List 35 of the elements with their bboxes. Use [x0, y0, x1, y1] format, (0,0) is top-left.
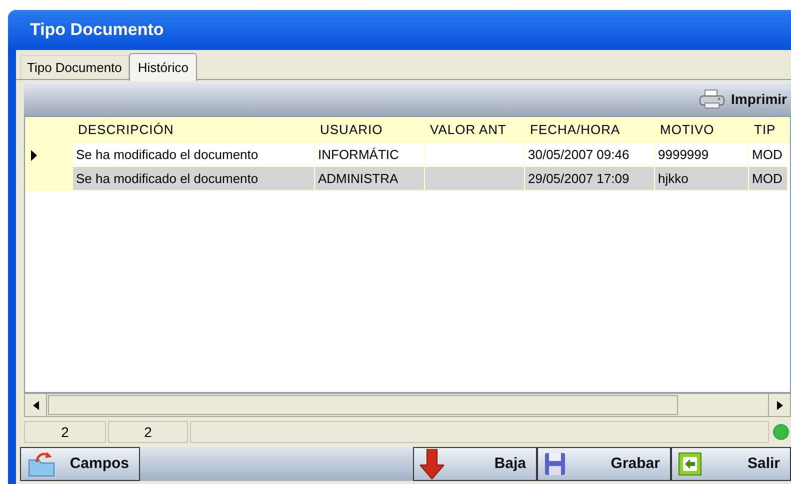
printer-icon — [698, 89, 725, 109]
save-button[interactable]: Grabar — [537, 447, 671, 481]
column-header[interactable]: DESCRIPCIÓN — [73, 117, 315, 143]
status-field: 2 — [24, 421, 106, 443]
column-header[interactable]: FECHA/HORA — [525, 117, 655, 143]
table-cell: Se ha modificado el documento — [73, 143, 315, 167]
print-button[interactable]: Imprimir — [698, 82, 791, 116]
tab[interactable]: Histórico — [128, 53, 198, 81]
table-cell: 29/05/2007 17:09 — [525, 167, 655, 191]
table-cell: ADMINISTRA — [315, 167, 425, 191]
right-arrow-icon — [776, 400, 782, 410]
left-arrow-icon — [32, 400, 38, 410]
column-header[interactable]: USUARIO — [315, 117, 425, 143]
exit-button[interactable]: Salir — [671, 447, 791, 481]
tab[interactable]: Tipo Documento — [20, 55, 129, 79]
column-header[interactable]: MOTIVO — [655, 117, 749, 143]
table-cell: MOD — [749, 143, 788, 167]
delete-button[interactable]: Baja — [413, 447, 537, 481]
fields-button[interactable]: Campos — [20, 447, 140, 481]
table-row[interactable]: Se ha modificado el documento INFORMÁTIC 30/05/2007 09:46 9999999 MOD — [25, 143, 790, 167]
column-header[interactable]: VALOR ANT — [425, 117, 525, 143]
table-row[interactable]: Se ha modificado el documento ADMINISTRA 29/05/2007 17:09 hjkko MOD — [25, 167, 790, 191]
folder-arrow-icon — [27, 450, 57, 478]
window-title: Tipo Documento — [30, 19, 164, 42]
status-field: 2 — [108, 421, 188, 443]
table-cell: 30/05/2007 09:46 — [525, 143, 655, 167]
table-cell: 9999999 — [655, 143, 749, 167]
down-arrow-icon — [420, 449, 444, 479]
column-header[interactable]: TIP — [749, 117, 788, 143]
table-cell: MOD — [749, 167, 788, 191]
current-row-icon — [31, 150, 37, 160]
table-cell: Se ha modificado el documento — [73, 167, 315, 191]
table-cell: hjkko — [655, 167, 749, 191]
scroll-thumb[interactable] — [48, 395, 678, 415]
table-cell: INFORMÁTIC — [315, 143, 425, 167]
